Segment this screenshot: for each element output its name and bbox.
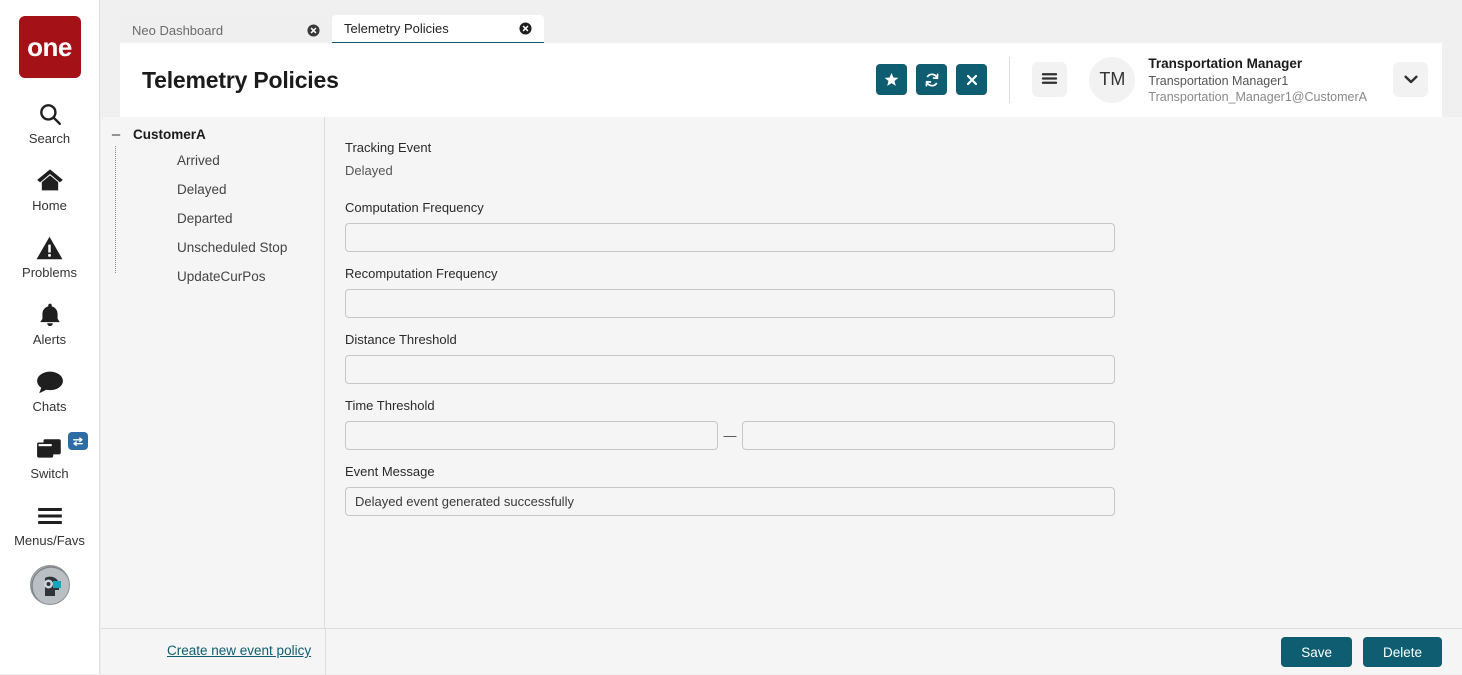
chat-bubble-icon: [36, 367, 64, 397]
tab-neo-dashboard[interactable]: Neo Dashboard: [120, 15, 332, 45]
tracking-event-value: Delayed: [345, 163, 393, 178]
sidebar-item-alerts[interactable]: Alerts: [0, 300, 100, 346]
field-time-threshold: Time Threshold —: [345, 398, 1462, 450]
tree-item-updatecurpos[interactable]: UpdateCurPos: [116, 262, 324, 291]
field-recomputation-frequency: Recomputation Frequency: [345, 266, 1462, 318]
tree-connector-line: [115, 146, 116, 273]
tracking-event-label: Tracking Event: [345, 140, 432, 155]
policy-form: Tracking Event Delayed Computation Frequ…: [345, 117, 1462, 628]
sidebar-item-label: Problems: [22, 265, 77, 280]
footer-divider: [325, 629, 326, 675]
sidebar-item-home[interactable]: Home: [0, 166, 100, 212]
sidebar-item-problems[interactable]: Problems: [0, 233, 100, 279]
tree-root-row[interactable]: – CustomerA: [101, 123, 324, 146]
sidebar-item-label: Chats: [32, 399, 67, 414]
sidebar-item-chats[interactable]: Chats: [0, 367, 100, 413]
tab-bar: Neo Dashboard Telemetry Policies: [120, 15, 544, 45]
refresh-button[interactable]: [916, 64, 948, 96]
create-new-event-policy-link[interactable]: Create new event policy: [167, 643, 311, 658]
time-threshold-to-input[interactable]: [742, 421, 1115, 450]
user-menu-chevron-down-icon[interactable]: [1393, 62, 1428, 98]
event-message-input[interactable]: [345, 487, 1115, 516]
tree-collapse-toggle-icon[interactable]: –: [109, 126, 123, 143]
time-threshold-from-input[interactable]: [345, 421, 718, 450]
assistant-avatar[interactable]: [29, 565, 70, 605]
app-menu-button[interactable]: [1032, 62, 1068, 98]
delete-button[interactable]: Delete: [1362, 637, 1442, 667]
header-divider: [1009, 56, 1011, 103]
recomputation-frequency-label: Recomputation Frequency: [345, 266, 498, 281]
recomputation-frequency-input[interactable]: [345, 289, 1115, 318]
header-actions: TM Transportation Manager Transportation…: [876, 55, 1442, 104]
brand-logo[interactable]: one: [18, 16, 81, 78]
tab-label: Neo Dashboard: [132, 22, 224, 38]
range-separator: —: [723, 428, 737, 443]
computation-frequency-input[interactable]: [345, 223, 1115, 252]
footer-buttons: Save Delete: [1270, 637, 1442, 667]
tab-close-icon[interactable]: [307, 23, 320, 37]
hamburger-icon: [1041, 71, 1058, 89]
close-button[interactable]: [956, 64, 988, 96]
time-threshold-label: Time Threshold: [345, 398, 435, 413]
sidebar-item-label: Menus/Favs: [14, 533, 85, 548]
tree-item-arrived[interactable]: Arrived: [116, 146, 324, 175]
time-threshold-range: —: [345, 421, 1462, 450]
save-button[interactable]: Save: [1281, 637, 1352, 667]
user-block[interactable]: TM Transportation Manager Transportation…: [1089, 55, 1367, 104]
field-event-message: Event Message: [345, 464, 1462, 516]
tree-children: Arrived Delayed Departed Unscheduled Sto…: [101, 146, 324, 291]
avatar: TM: [1089, 56, 1136, 103]
tree-root-label: CustomerA: [133, 127, 206, 142]
sidebar-item-menus-favs[interactable]: Menus/Favs: [0, 501, 100, 547]
footer-bar: Create new event policy Save Delete: [101, 628, 1462, 675]
page-title: Telemetry Policies: [142, 66, 339, 93]
policy-tree-panel: – CustomerA Arrived Delayed Departed Uns…: [101, 117, 325, 628]
left-nav-rail: one Search Home Problems Alerts Chats Sw…: [0, 0, 100, 674]
tab-label: Telemetry Policies: [344, 21, 449, 36]
favorite-button[interactable]: [876, 64, 908, 96]
home-icon: [36, 166, 64, 196]
sidebar-item-switch[interactable]: Switch: [0, 432, 100, 481]
user-name: Transportation Manager1: [1148, 73, 1289, 88]
windows-stack-icon: [36, 434, 64, 464]
sidebar-item-label: Switch: [30, 466, 69, 481]
brand-logo-text: one: [27, 31, 72, 62]
tree-item-departed[interactable]: Departed: [116, 204, 324, 233]
tab-telemetry-policies[interactable]: Telemetry Policies: [332, 15, 544, 45]
field-distance-threshold: Distance Threshold: [345, 332, 1462, 384]
exchange-arrows-icon[interactable]: [67, 432, 88, 450]
computation-frequency-label: Computation Frequency: [345, 200, 484, 215]
body-panel: – CustomerA Arrived Delayed Departed Uns…: [101, 117, 1462, 675]
app-header-card: Telemetry Policies TM Transportation Man…: [120, 43, 1442, 117]
tree-item-unscheduled-stop[interactable]: Unscheduled Stop: [116, 233, 324, 262]
sidebar-item-search[interactable]: Search: [0, 99, 100, 145]
field-computation-frequency: Computation Frequency: [345, 200, 1462, 252]
field-tracking-event: Tracking Event Delayed: [345, 140, 1462, 178]
sidebar-item-label: Alerts: [32, 332, 67, 347]
sidebar-item-label: Home: [32, 198, 67, 213]
tab-close-icon[interactable]: [519, 22, 532, 35]
user-role: Transportation Manager: [1148, 56, 1303, 72]
user-details: Transportation Manager Transportation Ma…: [1148, 55, 1367, 104]
search-icon: [37, 99, 63, 129]
user-email: Transportation_Manager1@CustomerA: [1148, 89, 1367, 104]
distance-threshold-input[interactable]: [345, 355, 1115, 384]
avatar-initials: TM: [1099, 69, 1126, 90]
distance-threshold-label: Distance Threshold: [345, 332, 457, 347]
event-message-label: Event Message: [345, 464, 435, 479]
sidebar-item-label: Search: [28, 131, 71, 146]
bell-icon: [38, 300, 62, 330]
hamburger-icon: [36, 501, 64, 531]
tree-item-delayed[interactable]: Delayed: [116, 175, 324, 204]
warning-triangle-icon: [36, 233, 63, 263]
